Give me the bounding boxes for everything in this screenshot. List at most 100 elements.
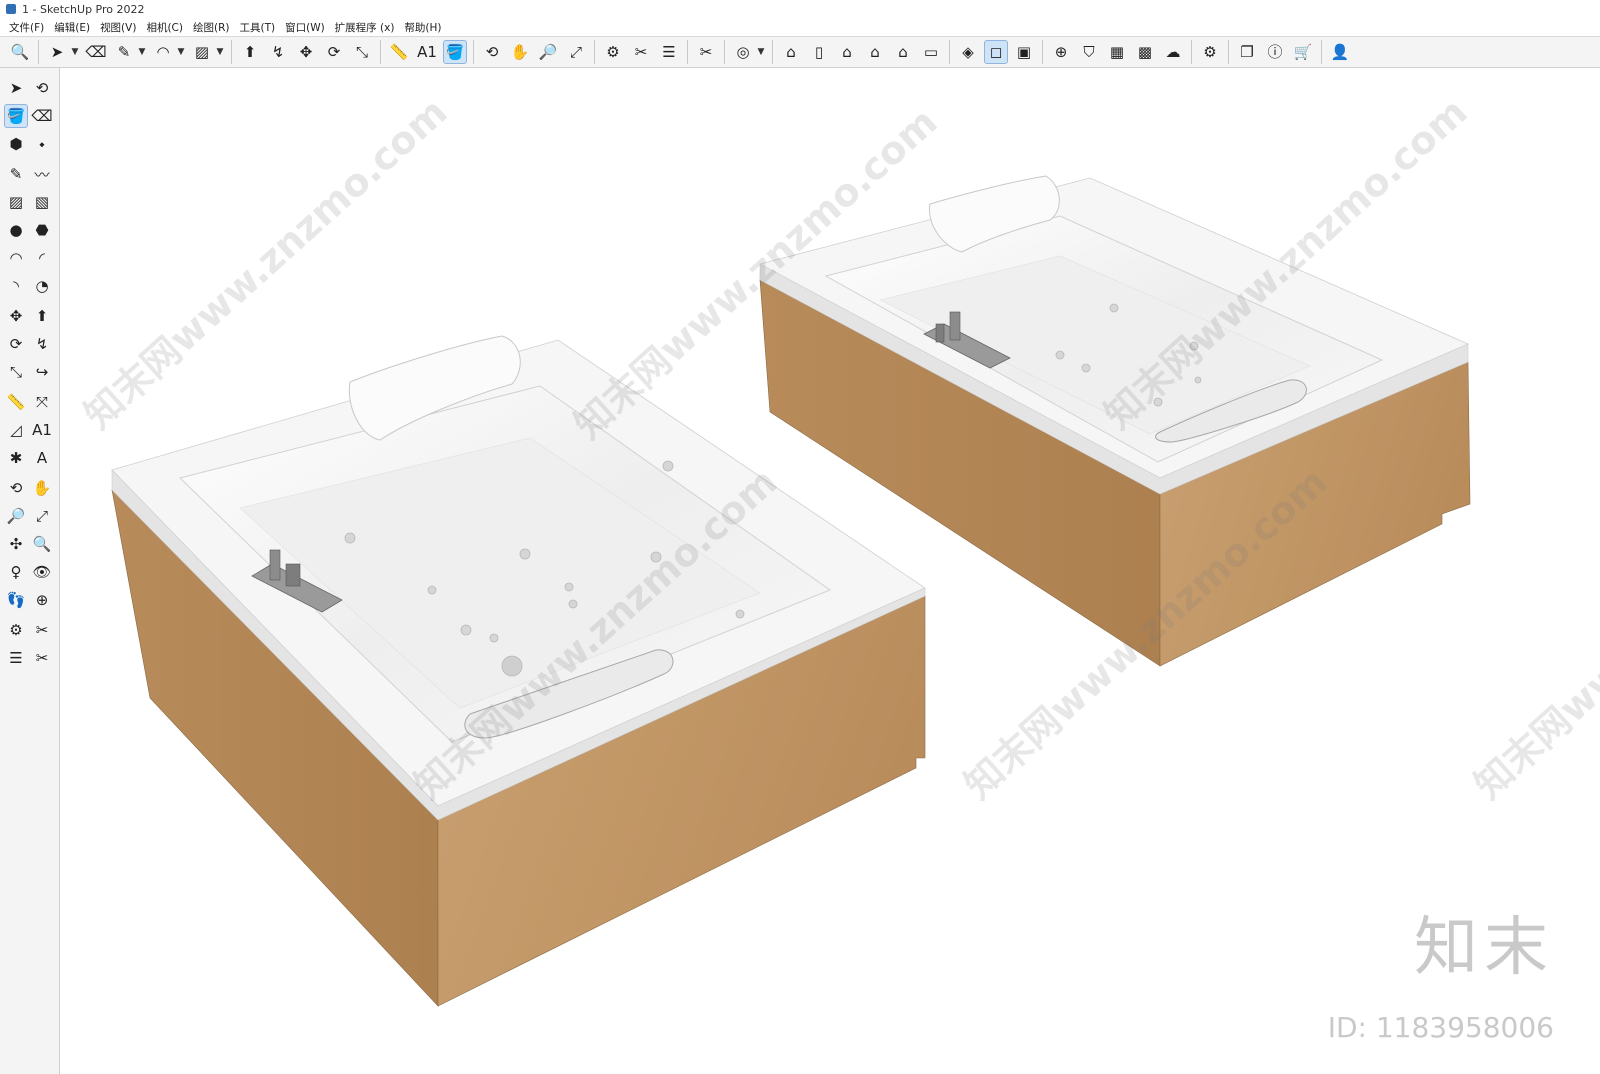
right-view-icon[interactable]: ⌂ xyxy=(863,40,887,64)
text-icon[interactable]: A1 xyxy=(415,40,439,64)
move-icon[interactable]: ✥ xyxy=(4,304,28,328)
settings-icon[interactable]: ⚙ xyxy=(1198,40,1222,64)
section-plane-icon[interactable]: ⊕ xyxy=(30,588,54,612)
offset-icon[interactable]: ↪ xyxy=(30,360,54,384)
select-icon[interactable]: ➤ xyxy=(4,76,28,100)
warehouse-icon[interactable]: ⚙ xyxy=(4,618,28,642)
rotated-rectangle-icon[interactable]: ▧ xyxy=(30,190,54,214)
text-icon[interactable]: A1 xyxy=(30,418,54,442)
orbit-icon[interactable]: ⟲ xyxy=(480,40,504,64)
paint-bucket-icon[interactable]: 🪣 xyxy=(443,40,467,64)
eraser-icon[interactable]: ⌫ xyxy=(30,104,54,128)
shape-dropdown[interactable]: ▼ xyxy=(215,40,225,64)
rotate-icon[interactable]: ⟳ xyxy=(4,332,28,356)
tag-icon[interactable]: ⬩ xyxy=(30,132,54,156)
orbit-icon[interactable]: ⟲ xyxy=(4,476,28,500)
back-view-icon[interactable]: ⌂ xyxy=(891,40,915,64)
scale-icon[interactable]: ⤡ xyxy=(4,360,28,384)
menu-item[interactable]: 工具(T) xyxy=(234,20,280,35)
left-view-icon[interactable]: ▭ xyxy=(919,40,943,64)
tape-measure-icon[interactable]: 📏 xyxy=(4,390,28,414)
three-point-arc-icon[interactable]: ◝ xyxy=(4,274,28,298)
zoom-icon[interactable]: 🔎 xyxy=(536,40,560,64)
follow-me-icon[interactable]: ↯ xyxy=(30,332,54,356)
rectangle-icon[interactable]: ▨ xyxy=(4,190,28,214)
two-point-arc-icon[interactable]: ◜ xyxy=(30,246,54,270)
pan-icon[interactable]: ✋ xyxy=(30,476,54,500)
paint-bucket-icon[interactable]: 🪣 xyxy=(4,104,28,128)
previous-view-icon[interactable]: 🔍 xyxy=(30,532,54,556)
polygon-icon[interactable]: ⬣ xyxy=(30,218,54,242)
send-to-layout-icon[interactable]: ✂ xyxy=(30,646,54,670)
menu-item[interactable]: 编辑(E) xyxy=(49,20,95,35)
push-pull-icon[interactable]: ⬆ xyxy=(30,304,54,328)
circle-icon[interactable]: ● xyxy=(4,218,28,242)
layers-icon[interactable]: ☰ xyxy=(4,646,28,670)
menu-item[interactable]: 扩展程序 (x) xyxy=(330,20,400,35)
back-edges-icon[interactable]: ◻ xyxy=(984,40,1008,64)
3d-text-icon[interactable]: A xyxy=(30,446,54,470)
front-view-icon[interactable]: ⌂ xyxy=(835,40,859,64)
walk-icon[interactable]: 👣 xyxy=(4,588,28,612)
cloud-icon[interactable]: ☁ xyxy=(1161,40,1185,64)
wireframe-icon[interactable]: ▣ xyxy=(1012,40,1036,64)
x-ray-icon[interactable]: ◈ xyxy=(956,40,980,64)
pencil-icon[interactable]: ✎ xyxy=(112,40,136,64)
axes-icon[interactable]: ✱ xyxy=(4,446,28,470)
eraser-icon[interactable]: ⌫ xyxy=(84,40,108,64)
move-icon[interactable]: ✥ xyxy=(294,40,318,64)
zoom-window-icon[interactable]: ⤢ xyxy=(30,504,54,528)
menu-item[interactable]: 文件(F) xyxy=(4,20,49,35)
layers-icon[interactable]: ☰ xyxy=(657,40,681,64)
zoom-icon[interactable]: 🔎 xyxy=(4,504,28,528)
lasso-icon[interactable]: ⟲ xyxy=(30,76,54,100)
menu-item[interactable]: 绘图(R) xyxy=(188,20,235,35)
push-pull-icon[interactable]: ⬆ xyxy=(238,40,262,64)
extension-warehouse-icon[interactable]: ✂ xyxy=(30,618,54,642)
rotate-icon[interactable]: ⟳ xyxy=(322,40,346,64)
menu-item[interactable]: 相机(C) xyxy=(141,20,188,35)
shield-icon[interactable]: ⛉ xyxy=(1077,40,1101,64)
toolbar-separator xyxy=(1191,40,1192,64)
arc-icon[interactable]: ◠ xyxy=(4,246,28,270)
cart-icon[interactable]: 🛒 xyxy=(1291,40,1315,64)
iso-view-icon[interactable]: ⌂ xyxy=(779,40,803,64)
select-icon[interactable]: ➤ xyxy=(45,40,69,64)
pencil-icon[interactable]: ✎ xyxy=(4,162,28,186)
account-icon[interactable]: ◎ xyxy=(731,40,755,64)
scale-icon[interactable]: ⤡ xyxy=(350,40,374,64)
account-dropdown[interactable]: ▼ xyxy=(756,40,766,64)
window-icon[interactable]: ❐ xyxy=(1235,40,1259,64)
look-around-icon[interactable]: 👁 xyxy=(30,560,54,584)
model-viewport[interactable]: 知末网www.znzmo.com 知末网www.znzmo.com 知末网www… xyxy=(60,68,1600,1074)
add-icon[interactable]: ⊕ xyxy=(1049,40,1073,64)
follow-me-icon[interactable]: ↯ xyxy=(266,40,290,64)
info-icon[interactable]: ⓘ xyxy=(1263,40,1287,64)
pan-icon[interactable]: ✋ xyxy=(508,40,532,64)
pie-icon[interactable]: ◔ xyxy=(30,274,54,298)
rectangle-icon[interactable]: ▨ xyxy=(190,40,214,64)
dimension-icon[interactable]: ⤧ xyxy=(30,390,54,414)
profile-icon[interactable]: 👤 xyxy=(1328,40,1352,64)
line-dropdown[interactable]: ▼ xyxy=(137,40,147,64)
arc-icon[interactable]: ◠ xyxy=(151,40,175,64)
checker-icon[interactable]: ▩ xyxy=(1133,40,1157,64)
tape-measure-icon[interactable]: 📏 xyxy=(387,40,411,64)
menu-item[interactable]: 窗口(W) xyxy=(280,20,330,35)
material-icon[interactable]: ▦ xyxy=(1105,40,1129,64)
send-to-layout-icon[interactable]: ✂ xyxy=(694,40,718,64)
menu-item[interactable]: 视图(V) xyxy=(95,20,141,35)
warehouse-icon[interactable]: ⚙ xyxy=(601,40,625,64)
top-view-icon[interactable]: ▯ xyxy=(807,40,831,64)
menu-item[interactable]: 帮助(H) xyxy=(399,20,446,35)
freehand-icon[interactable]: 〰 xyxy=(30,162,54,186)
zoom-extents-icon[interactable]: ✣ xyxy=(4,532,28,556)
component-icon[interactable]: ⬢ xyxy=(4,132,28,156)
protractor-icon[interactable]: ◿ xyxy=(4,418,28,442)
select-dropdown[interactable]: ▼ xyxy=(70,40,80,64)
extension-warehouse-icon[interactable]: ✂ xyxy=(629,40,653,64)
position-camera-icon[interactable]: ♀ xyxy=(4,560,28,584)
zoom-extents-icon[interactable]: 🔍 xyxy=(8,40,32,64)
arc-dropdown[interactable]: ▼ xyxy=(176,40,186,64)
zoom-window-icon[interactable]: ⤢ xyxy=(564,40,588,64)
